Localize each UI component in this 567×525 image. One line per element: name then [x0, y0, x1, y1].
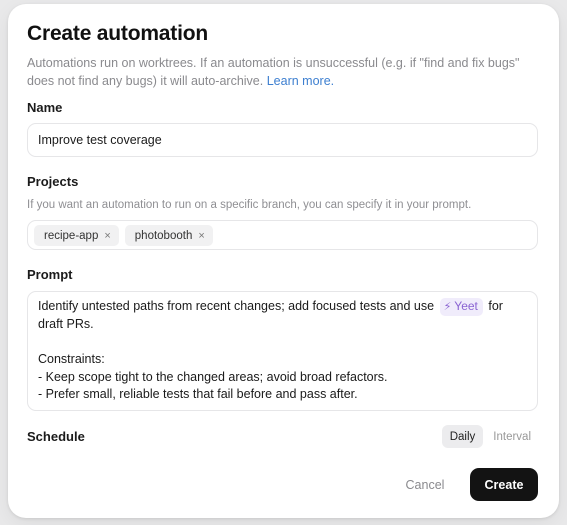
learn-more-link[interactable]: Learn more. — [267, 74, 334, 88]
token-label: Yeet — [454, 299, 478, 313]
schedule-daily-option[interactable]: Daily — [441, 425, 484, 448]
yeet-token[interactable]: ⚡ Yeet — [439, 298, 483, 316]
lightning-icon: ⚡ — [443, 301, 452, 313]
prompt-line: - Keep scope tight to the changed areas;… — [38, 369, 388, 384]
remove-chip-icon[interactable]: × — [198, 230, 204, 242]
name-label: Name — [27, 100, 63, 115]
projects-field[interactable]: recipe-app × photobooth × — [27, 220, 538, 250]
prompt-line1-end: for — [484, 299, 503, 313]
schedule-label: Schedule — [27, 429, 85, 444]
prompt-line: - Prefer small, reliable tests that fail… — [38, 387, 358, 401]
remove-chip-icon[interactable]: × — [104, 230, 110, 242]
chip-label: recipe-app — [44, 229, 99, 242]
name-input[interactable] — [38, 124, 527, 156]
prompt-label: Prompt — [27, 267, 73, 282]
name-field[interactable] — [27, 123, 538, 157]
prompt-blank-line: ​ — [38, 334, 528, 352]
schedule-toggle: Daily Interval — [441, 425, 539, 448]
create-automation-dialog: Create automation Automations run on wor… — [8, 4, 559, 518]
project-chip-photobooth: photobooth × — [124, 225, 213, 246]
chip-label: photobooth — [134, 229, 193, 242]
prompt-line1-start: Identify untested paths from recent chan… — [38, 299, 438, 313]
projects-label: Projects — [27, 174, 79, 189]
projects-hint: If you want an automation to run on a sp… — [27, 199, 472, 211]
prompt-line: Constraints: — [38, 352, 105, 366]
prompt-line: draft PRs. — [38, 317, 94, 331]
dialog-title: Create automation — [27, 22, 208, 45]
create-button[interactable]: Create — [470, 468, 538, 501]
cancel-button[interactable]: Cancel — [394, 469, 456, 501]
prompt-field[interactable]: Identify untested paths from recent chan… — [27, 291, 538, 411]
dialog-description: Automations run on worktrees. If an auto… — [27, 54, 542, 90]
prompt-textarea[interactable]: Identify untested paths from recent chan… — [38, 298, 528, 404]
project-chips: recipe-app × photobooth × — [34, 225, 213, 246]
project-chip-recipe-app: recipe-app × — [34, 225, 119, 246]
schedule-interval-option[interactable]: Interval — [485, 425, 539, 448]
prompt-line: Identify untested paths from recent chan… — [38, 298, 528, 316]
